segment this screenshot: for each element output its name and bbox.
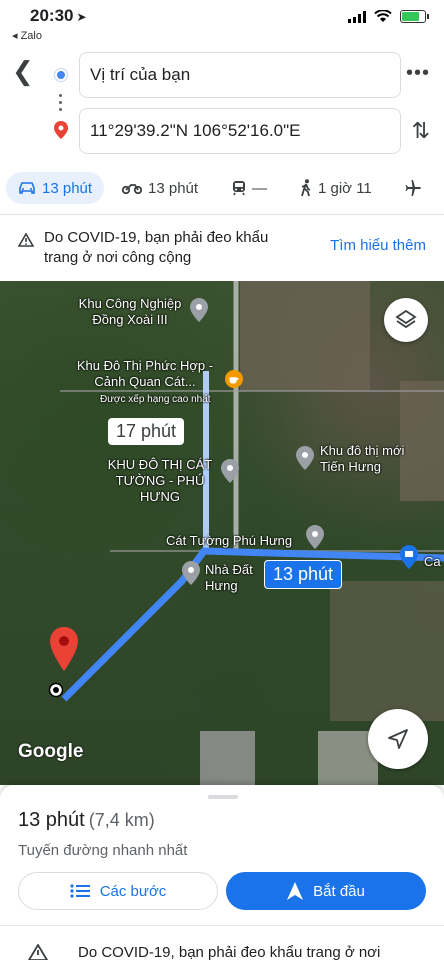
battery-icon <box>400 10 429 23</box>
google-logo: Google <box>18 741 84 762</box>
origin-dot-icon <box>55 69 67 81</box>
map-pin-icon[interactable] <box>182 561 200 585</box>
travel-mode-tabs: 13 phút 13 phút — 1 giờ 11 <box>0 168 444 208</box>
back-button[interactable]: ❮ <box>12 58 40 86</box>
swap-button[interactable]: ⇅ <box>412 118 430 144</box>
list-icon <box>70 884 90 898</box>
walk-icon <box>301 179 311 197</box>
status-icons <box>348 10 429 23</box>
poi-label-ca: Ca <box>424 554 441 569</box>
drag-handle[interactable] <box>208 795 238 799</box>
warning-icon <box>18 233 34 247</box>
map-pin-icon[interactable] <box>306 525 324 549</box>
poi-label-kdt-phuc-sub: Được xếp hạng cao nhất <box>100 394 211 405</box>
route-dots-icon <box>59 94 63 115</box>
route-summary-sheet: 13 phút (7,4 km) Tuyến đường nhanh nhất C… <box>0 785 444 960</box>
destination-marker-icon[interactable] <box>50 627 78 671</box>
warning-icon <box>28 944 48 960</box>
tab-motorbike[interactable]: 13 phút <box>122 172 198 204</box>
poi-label-kdt-tien-hung: Khu đô thị mới Tiến Hưng <box>320 443 405 474</box>
locate-me-button[interactable] <box>368 709 428 769</box>
back-to-app-link[interactable]: ◂ Zalo <box>12 29 42 42</box>
alt-route-time[interactable]: 17 phút <box>108 418 185 445</box>
layers-icon <box>395 309 417 329</box>
navigation-arrow-icon <box>388 729 408 749</box>
start-label: Bắt đầu <box>313 882 365 900</box>
distance-value: (7,4 km) <box>88 810 155 830</box>
tab-car-label: 13 phút <box>42 179 93 197</box>
destination-field[interactable]: 11°29'39.2"N 106°52'16.0"E <box>79 108 401 154</box>
poi-label-nha-dat-hung: Nhà Đất Hưng <box>205 562 253 593</box>
tab-walk-label: 1 giờ 11 <box>318 179 372 197</box>
route-duration: 13 phút (7,4 km) <box>18 809 155 832</box>
motorbike-icon <box>122 184 142 194</box>
tab-car[interactable]: 13 phút <box>6 172 105 204</box>
car-icon <box>19 182 35 194</box>
status-bar: 20:30 ➤ ◂ Zalo <box>0 0 444 46</box>
poi-label-kcn: Khu Công Nghiệp Đồng Xoài III <box>78 296 182 327</box>
tab-transit-label: — <box>252 179 267 197</box>
origin-field[interactable]: Vị trí của bạn <box>79 52 401 98</box>
wifi-icon <box>374 10 392 22</box>
learn-more-link[interactable]: Tìm hiểu thêm <box>330 237 426 254</box>
train-icon <box>233 181 245 196</box>
covid-banner: Do COVID-19, bạn phải đeo khẩu trang ở n… <box>0 215 444 281</box>
map-pin-icon[interactable] <box>190 298 208 322</box>
tab-walk[interactable]: 1 giờ 11 <box>300 172 372 204</box>
more-options-button[interactable]: ••• <box>406 62 430 85</box>
map-view[interactable]: Khu Công Nghiệp Đồng Xoài III Khu Đô Thị… <box>0 281 444 785</box>
tab-transit[interactable]: — <box>232 172 267 204</box>
steps-button[interactable]: Các bước <box>18 872 218 910</box>
steps-label: Các bước <box>99 882 167 900</box>
duration-value: 13 phút <box>18 809 85 831</box>
sheet-warning-text: Do COVID-19, bạn phải đeo khẩu trang ở n… <box>78 944 381 960</box>
coffee-pin-icon[interactable] <box>225 367 243 391</box>
start-button[interactable]: Bắt đầu <box>226 872 426 910</box>
signal-icon <box>348 10 366 23</box>
navigate-icon <box>287 882 304 900</box>
shopping-pin-icon[interactable] <box>400 545 418 569</box>
destination-pin-icon <box>54 121 68 139</box>
poi-label-kdt-cat-tuong: KHU ĐÔ THỊ CÁT TƯỜNG - PHÚ HƯNG <box>107 457 213 504</box>
tab-flight[interactable] <box>404 172 422 204</box>
start-point-icon <box>48 682 64 698</box>
tab-motorbike-label: 13 phút <box>148 179 199 197</box>
plane-icon <box>405 180 421 196</box>
directions-header: ❮ Vị trí của bạn 11°29'39.2"N 106°52'16.… <box>0 46 444 164</box>
covid-text: Do COVID-19, bạn phải đeo khẩu trang ở n… <box>44 229 269 266</box>
poi-label-kdt-phuc: Khu Đô Thị Phức Hợp - Cảnh Quan Cát... <box>76 358 214 389</box>
map-pin-icon[interactable] <box>296 446 314 470</box>
map-pin-icon[interactable] <box>221 459 239 483</box>
layers-button[interactable] <box>384 298 428 342</box>
clock: 20:30 ➤ <box>30 6 87 25</box>
best-route-time[interactable]: 13 phút <box>264 560 343 589</box>
poi-label-cat-tuong-phu-hung: Cát Tường Phú Hưng <box>166 533 293 548</box>
sheet-covid-warning: Do COVID-19, bạn phải đeo khẩu trang ở n… <box>0 925 444 960</box>
location-arrow-icon: ➤ <box>76 10 87 24</box>
route-subtitle: Tuyến đường nhanh nhất <box>18 842 188 859</box>
